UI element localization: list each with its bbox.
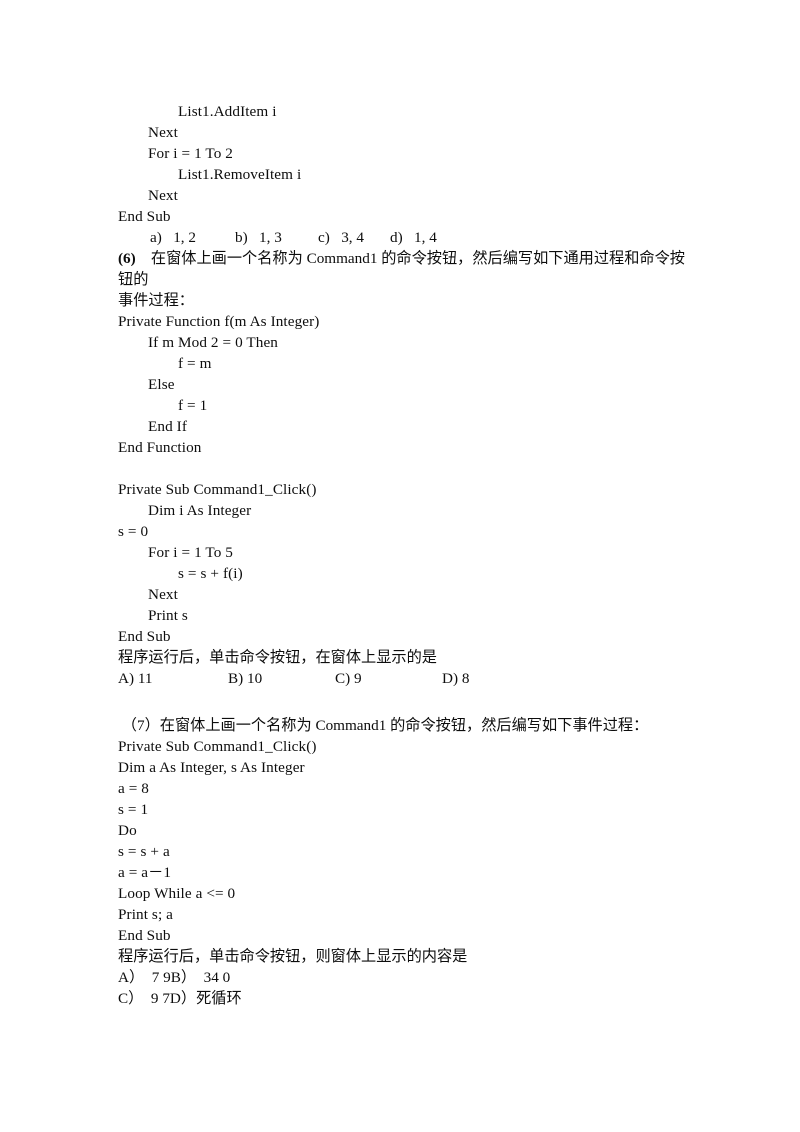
question-6-stem-text: 在窗体上画一个名称为 Command1 的命令按钮，然后编写如下通用过程和命令按… bbox=[118, 250, 685, 288]
option-b-value: 1, 3 bbox=[259, 229, 282, 246]
code-line: End If bbox=[148, 418, 187, 435]
option-d-value: 8 bbox=[461, 670, 470, 687]
option-d-label: D） bbox=[169, 990, 197, 1007]
code-line: Next bbox=[148, 124, 178, 141]
option-a-value: 11 bbox=[137, 670, 153, 687]
question-6-number: (6) bbox=[118, 250, 136, 267]
option-c-value: 9 7 bbox=[150, 990, 170, 1007]
code-line: End Sub bbox=[118, 208, 171, 225]
question-gap bbox=[118, 689, 698, 715]
code-line: Dim a As Integer, s As Integer bbox=[118, 759, 305, 776]
option-b[interactable]: B) 10 bbox=[228, 668, 335, 689]
question-6-stem-line1: (6) 在窗体上画一个名称为 Command1 的命令按钮，然后编写如下通用过程… bbox=[118, 248, 698, 290]
option-a-label: a) bbox=[150, 229, 162, 246]
option-c[interactable]: c) 3, 4 bbox=[318, 227, 390, 248]
option-a-value: 7 9 bbox=[151, 969, 171, 986]
question-6-stem-line2: 事件过程： bbox=[118, 292, 194, 309]
code-line: End Sub bbox=[118, 628, 171, 645]
options-row-previous: a) 1, 2 b) 1, 3 c) 3, 4 d) 1, 4 bbox=[118, 227, 698, 248]
question-7: （7）在窗体上画一个名称为 Command1 的命令按钮，然后编写如下事件过程：… bbox=[118, 715, 698, 1009]
question-6: (6) 在窗体上画一个名称为 Command1 的命令按钮，然后编写如下通用过程… bbox=[118, 248, 698, 689]
option-c[interactable]: C） 9 7 bbox=[118, 990, 170, 1007]
option-b-label: B) bbox=[228, 670, 244, 687]
code-line: f = 1 bbox=[178, 397, 208, 414]
option-b-label: B） bbox=[170, 969, 197, 986]
document-page: List1.AddItem i Next For i = 1 To 2 List… bbox=[0, 0, 800, 1132]
code-line: Private Sub Command1_Click() bbox=[118, 738, 317, 755]
code-gap bbox=[118, 458, 698, 479]
code-line: s = 1 bbox=[118, 801, 149, 818]
option-c-label: C） bbox=[118, 990, 144, 1007]
option-a[interactable]: A） 7 9 bbox=[118, 969, 171, 986]
option-a[interactable]: A) 11 bbox=[118, 668, 228, 689]
code-line: a = a－1 bbox=[118, 864, 172, 881]
question-7-number: （7） bbox=[121, 717, 160, 734]
option-a-label: A） bbox=[118, 969, 145, 986]
code-line: s = s + a bbox=[118, 843, 170, 860]
option-c[interactable]: C) 9 bbox=[335, 668, 442, 689]
code-block-previous: List1.AddItem i Next For i = 1 To 2 List… bbox=[118, 101, 698, 227]
option-d-label: D) bbox=[442, 670, 459, 687]
option-b-label: b) bbox=[235, 229, 248, 246]
question-7-prompt: 程序运行后，单击命令按钮，则窗体上显示的内容是 bbox=[118, 948, 468, 965]
option-a[interactable]: a) 1, 2 bbox=[150, 227, 235, 248]
question-7-code: Private Sub Command1_Click() Dim a As In… bbox=[118, 736, 698, 946]
code-line: Loop While a <= 0 bbox=[118, 885, 236, 902]
page-content: List1.AddItem i Next For i = 1 To 2 List… bbox=[118, 101, 698, 1009]
option-b-value: 10 bbox=[246, 670, 263, 687]
option-a-label: A) bbox=[118, 670, 135, 687]
option-b[interactable]: B） 34 0 bbox=[171, 969, 231, 986]
question-7-options-row-1: A） 7 9B） 34 0 bbox=[118, 967, 698, 988]
code-line: s = s + f(i) bbox=[178, 565, 243, 582]
option-d[interactable]: D）死循环 bbox=[170, 990, 242, 1007]
code-line: s = 0 bbox=[118, 523, 149, 540]
code-line: Next bbox=[148, 187, 178, 204]
option-b[interactable]: b) 1, 3 bbox=[235, 227, 318, 248]
code-line: Else bbox=[148, 376, 175, 393]
code-line: If m Mod 2 = 0 Then bbox=[148, 334, 278, 351]
code-line: f = m bbox=[178, 355, 212, 372]
code-line: For i = 1 To 5 bbox=[148, 544, 233, 561]
code-line: Print s; a bbox=[118, 906, 174, 923]
code-line: Private Sub Command1_Click() bbox=[118, 481, 317, 498]
option-c-label: C) bbox=[335, 670, 351, 687]
option-b-value: 34 0 bbox=[203, 969, 231, 986]
question-7-options-row-2: C） 9 7D）死循环 bbox=[118, 988, 698, 1009]
option-d-label: d) bbox=[390, 229, 403, 246]
question-6-function-code: Private Function f(m As Integer) If m Mo… bbox=[118, 311, 698, 458]
question-6-options: A) 11 B) 10 C) 9 D) 8 bbox=[118, 668, 698, 689]
question-7-stem-text: 在窗体上画一个名称为 Command1 的命令按钮，然后编写如下事件过程： bbox=[159, 717, 649, 734]
option-c-value: 3, 4 bbox=[341, 229, 364, 246]
code-line: a = 8 bbox=[118, 780, 149, 797]
option-c-value: 9 bbox=[353, 670, 362, 687]
question-7-stem: （7）在窗体上画一个名称为 Command1 的命令按钮，然后编写如下事件过程： bbox=[118, 715, 698, 736]
code-line: Next bbox=[148, 586, 178, 603]
code-line: List1.RemoveItem i bbox=[178, 166, 302, 183]
code-line: For i = 1 To 2 bbox=[148, 145, 233, 162]
option-a-value: 1, 2 bbox=[173, 229, 196, 246]
option-d-value: 1, 4 bbox=[414, 229, 437, 246]
code-line: Private Function f(m As Integer) bbox=[118, 313, 320, 330]
option-d[interactable]: d) 1, 4 bbox=[390, 229, 437, 246]
question-6-prompt: 程序运行后，单击命令按钮，在窗体上显示的是 bbox=[118, 649, 437, 666]
code-line: End Function bbox=[118, 439, 202, 456]
option-c-label: c) bbox=[318, 229, 330, 246]
code-line: List1.AddItem i bbox=[178, 103, 277, 120]
code-line: Print s bbox=[148, 607, 188, 624]
option-d[interactable]: D) 8 bbox=[442, 668, 469, 689]
question-6-sub-code: Private Sub Command1_Click() Dim i As In… bbox=[118, 479, 698, 647]
code-line: End Sub bbox=[118, 927, 171, 944]
option-d-value: 死循环 bbox=[196, 990, 242, 1007]
code-line: Dim i As Integer bbox=[148, 502, 252, 519]
code-line: Do bbox=[118, 822, 137, 839]
